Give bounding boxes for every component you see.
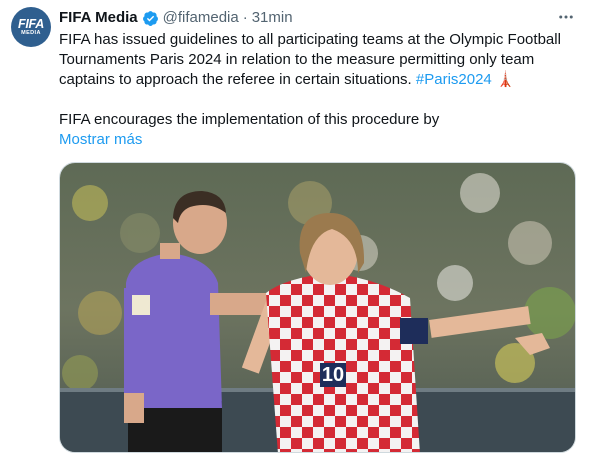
photo-image: 10 bbox=[60, 163, 575, 452]
tweet-timestamp[interactable]: 31min bbox=[252, 8, 293, 28]
player-number-text: 10 bbox=[322, 364, 344, 386]
tweet-header: FIFA Media @fifamedia · 31min bbox=[59, 8, 579, 28]
tweet-paragraph-2: FIFA encourages the implementation of th… bbox=[59, 111, 440, 128]
tweet-paragraph-1: FIFA has issued guidelines to all partic… bbox=[59, 30, 579, 90]
more-options-icon[interactable] bbox=[557, 8, 575, 26]
avatar-logo-subtext: MEDIA bbox=[21, 29, 41, 36]
avatar-logo-text: FIFA bbox=[18, 16, 44, 31]
tweet-media-photo[interactable]: 10 bbox=[59, 162, 576, 453]
eiffel-tower-emoji-icon: 🗼 bbox=[495, 71, 515, 88]
author-name[interactable]: FIFA Media bbox=[59, 8, 138, 28]
verified-badge-icon bbox=[142, 10, 159, 27]
header-separator: · bbox=[242, 9, 248, 26]
tweet-text: FIFA has issued guidelines to all partic… bbox=[59, 30, 579, 150]
show-more-link[interactable]: Mostrar más bbox=[59, 130, 579, 150]
hashtag-link[interactable]: #Paris2024 bbox=[416, 71, 492, 88]
author-handle[interactable]: @fifamedia bbox=[163, 8, 239, 28]
author-avatar[interactable]: FIFA MEDIA bbox=[11, 7, 51, 47]
